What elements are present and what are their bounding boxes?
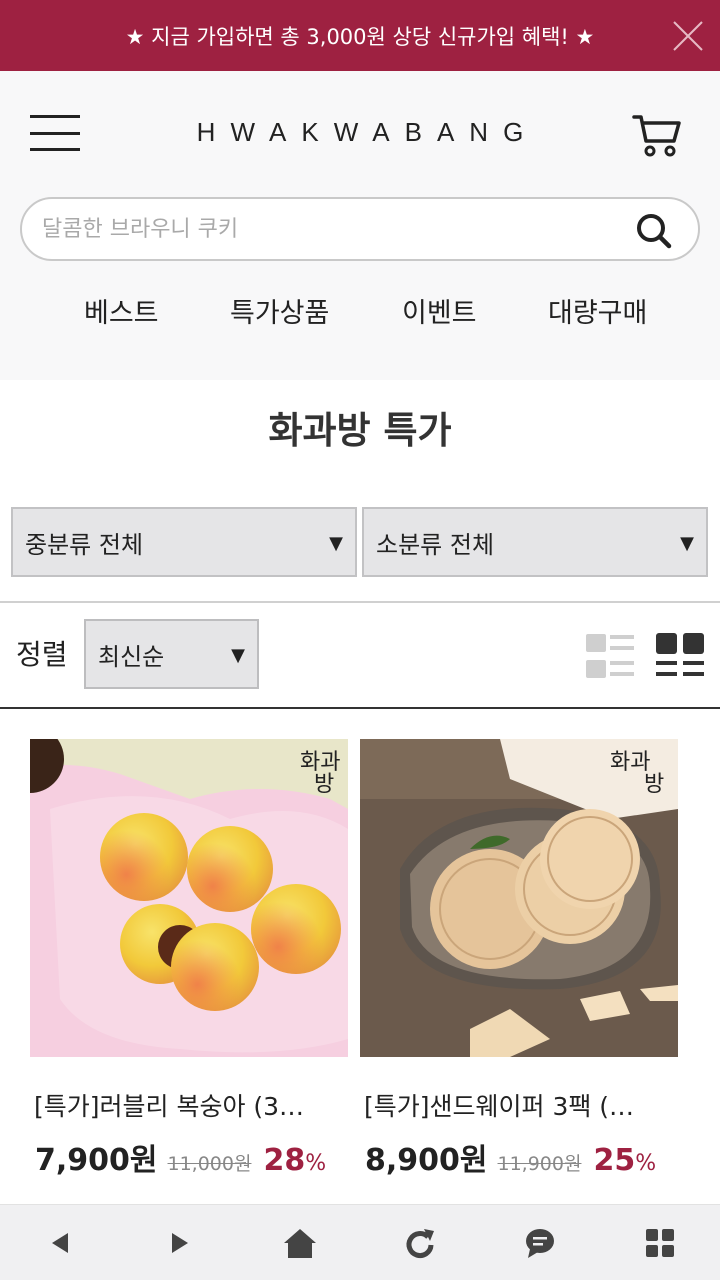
promo-banner[interactable]: ★ 지금 가입하면 총 3,000원 상당 신규가입 혜택! ★: [0, 0, 720, 71]
discount-unit: %: [305, 1151, 327, 1176]
price-row: 7,900원 11,000원 28%: [30, 1135, 348, 1179]
sort-value: 최신순: [98, 642, 165, 671]
product-image[interactable]: 화과 방: [360, 739, 678, 1057]
product-card[interactable]: 화과 방 [특가]러블리 복숭아 (3… 7,900원 11,000원 28%: [30, 739, 348, 1179]
main-nav: 베스트 특가상품 이벤트 대량구매: [0, 291, 720, 341]
search-icon[interactable]: [634, 211, 674, 251]
middle-category-select[interactable]: 중분류 전체 ▼: [11, 507, 357, 577]
search-bar: [20, 197, 700, 261]
home-icon[interactable]: [280, 1225, 320, 1261]
nav-item-special[interactable]: 특가상품: [230, 291, 329, 330]
apps-grid-icon[interactable]: [640, 1225, 680, 1261]
nav-item-best[interactable]: 베스트: [84, 291, 159, 330]
refresh-icon[interactable]: [400, 1225, 440, 1261]
sort-label: 정렬: [16, 638, 68, 671]
forward-icon[interactable]: [160, 1225, 200, 1261]
dropdown-arrow-icon: ▼: [680, 533, 694, 554]
product-name[interactable]: [특가]러블리 복숭아 (3…: [30, 1087, 348, 1123]
site-logo[interactable]: HWAKWABANG: [0, 117, 720, 148]
divider: [0, 601, 720, 603]
sand-wafer-photo: 화과 방: [360, 739, 678, 1057]
middle-category-value: 중분류 전체: [25, 530, 144, 559]
discount-rate: 25: [593, 1143, 636, 1178]
back-icon[interactable]: [40, 1225, 80, 1261]
discount-rate: 28: [263, 1143, 306, 1178]
list-view-icon[interactable]: [585, 632, 635, 682]
nav-item-event[interactable]: 이벤트: [402, 291, 477, 330]
grid-view-icon[interactable]: [655, 632, 705, 682]
dropdown-arrow-icon: ▼: [329, 533, 343, 554]
site-header: HWAKWABANG 베스트 특가상품 이벤트 대량구매: [0, 71, 720, 380]
product-card[interactable]: 화과 방 [특가]샌드웨이퍼 3팩 (… 8,900원 11,900원 25%: [360, 739, 678, 1179]
sale-price: 7,900원: [35, 1143, 158, 1178]
sub-category-value: 소분류 전체: [376, 530, 495, 559]
price-row: 8,900원 11,900원 25%: [360, 1135, 678, 1179]
product-name[interactable]: [특가]샌드웨이퍼 3팩 (…: [360, 1087, 678, 1123]
svg-text:방: 방: [644, 772, 664, 797]
page-title: 화과방 특가: [268, 409, 452, 452]
chat-icon[interactable]: [520, 1225, 560, 1261]
search-input[interactable]: [42, 211, 622, 247]
divider: [0, 707, 720, 709]
promo-banner-text: ★ 지금 가입하면 총 3,000원 상당 신규가입 혜택! ★: [125, 24, 595, 49]
cart-icon[interactable]: [630, 111, 684, 159]
bottom-toolbar: [0, 1204, 720, 1280]
svg-text:방: 방: [314, 772, 334, 797]
nav-item-bulk[interactable]: 대량구매: [548, 291, 647, 330]
dropdown-arrow-icon: ▼: [231, 645, 245, 666]
close-icon[interactable]: [670, 18, 706, 54]
product-image[interactable]: 화과 방: [30, 739, 348, 1057]
sub-category-select[interactable]: 소분류 전체 ▼: [362, 507, 708, 577]
sort-select[interactable]: 최신순 ▼: [84, 619, 259, 689]
peach-cake-photo: 화과 방: [30, 739, 348, 1057]
discount-unit: %: [635, 1151, 657, 1176]
original-price: 11,900원: [497, 1153, 582, 1175]
sale-price: 8,900원: [365, 1143, 488, 1178]
original-price: 11,000원: [167, 1153, 252, 1175]
